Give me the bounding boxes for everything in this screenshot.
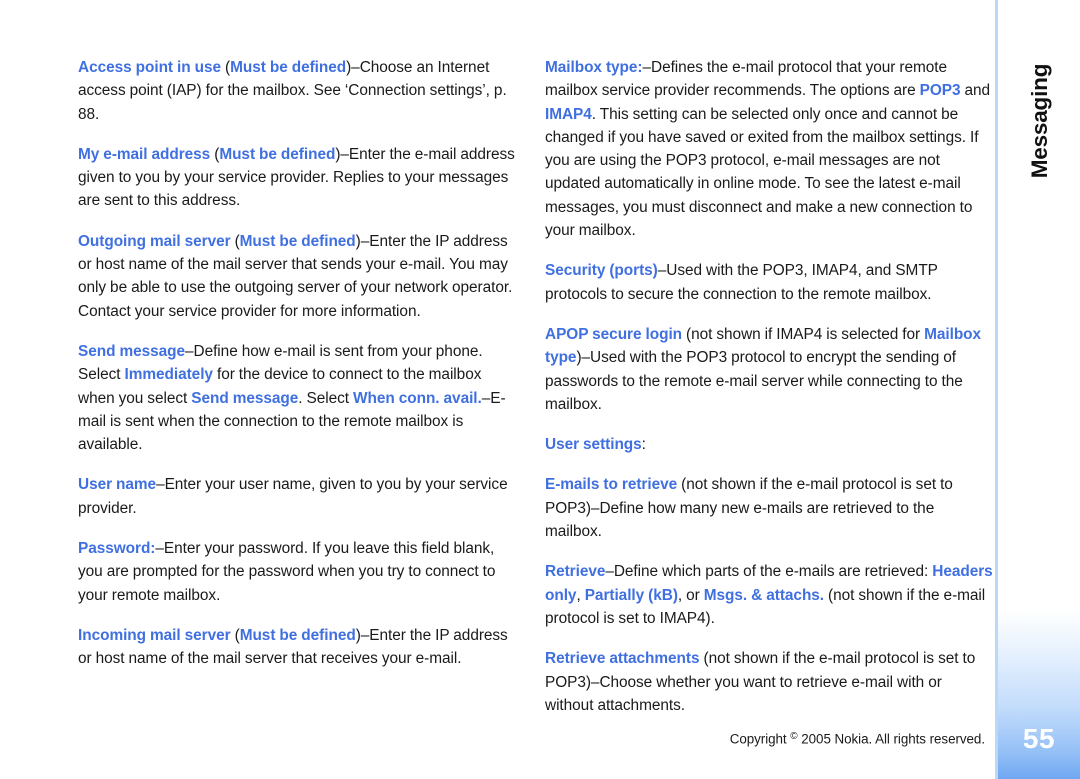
- body-text: (: [230, 232, 240, 250]
- section-label: Messaging: [1005, 46, 1075, 206]
- paragraph-retrieve-attachments: Retrieve attachments (not shown if the e…: [545, 647, 993, 717]
- ui-term: Must be defined: [239, 626, 356, 644]
- ui-term: Send message: [78, 342, 185, 360]
- ui-term: Incoming mail server: [78, 626, 231, 644]
- copyright-suffix: 2005 Nokia. All rights reserved.: [797, 731, 985, 747]
- text-column-right: Mailbox type:–Defines the e-mail protoco…: [545, 56, 993, 717]
- body-text: –Define which parts of the e-mails are r…: [605, 563, 933, 581]
- section-label-text: Messaging: [1027, 63, 1053, 179]
- ui-term: Must be defined: [219, 145, 336, 163]
- paragraph-mailbox-type: Mailbox type:–Defines the e-mail protoco…: [545, 56, 993, 242]
- paragraph-incoming-mail-server: Incoming mail server (Must be defined)–E…: [78, 624, 518, 671]
- body-text: and: [960, 82, 991, 100]
- paragraph-retrieve: Retrieve–Define which parts of the e-mai…: [545, 560, 993, 630]
- ui-term: Immediately: [124, 366, 213, 384]
- copyright-prefix: Copyright: [729, 731, 791, 747]
- paragraph-my-e-mail-address: My e-mail address (Must be defined)–Ente…: [78, 143, 518, 213]
- body-text: ,: [576, 586, 585, 604]
- body-text: (: [230, 626, 240, 644]
- body-text: (: [210, 145, 220, 163]
- paragraph-access-point-in-use: Access point in use (Must be defined)–Ch…: [78, 56, 518, 126]
- paragraph-apop-secure-login: APOP secure login (not shown if IMAP4 is…: [545, 323, 993, 416]
- text-column-left: Access point in use (Must be defined)–Ch…: [78, 56, 518, 671]
- footer-copyright: Copyright © 2005 Nokia. All rights reser…: [545, 731, 985, 747]
- page-number: 55: [1022, 723, 1056, 754]
- body-text: :: [641, 436, 646, 454]
- body-text: )–Used with the POP3 protocol to encrypt…: [545, 349, 963, 413]
- ui-term: My e-mail address: [78, 145, 211, 163]
- ui-term: User settings: [545, 436, 642, 454]
- body-text: . This setting can be selected only once…: [545, 105, 979, 240]
- copyright-symbol: ©: [790, 731, 798, 742]
- ui-term: User name: [78, 476, 157, 494]
- paragraph-outgoing-mail-server: Outgoing mail server (Must be defined)–E…: [78, 230, 518, 323]
- body-text: , or: [677, 586, 704, 604]
- ui-term: Retrieve: [545, 563, 606, 581]
- ui-term: APOP secure login: [545, 325, 683, 343]
- ui-term: Must be defined: [230, 59, 347, 76]
- paragraph-security-ports: Security (ports)–Used with the POP3, IMA…: [545, 259, 993, 306]
- ui-term: POP3: [919, 82, 961, 100]
- ui-term: Outgoing mail server: [78, 232, 231, 250]
- ui-term: Security (ports): [545, 262, 658, 280]
- ui-term: When conn. avail.: [353, 389, 482, 407]
- body-text: . Select: [298, 389, 354, 407]
- ui-term: Mailbox type:: [545, 59, 643, 76]
- ui-term: Send message: [191, 389, 299, 407]
- ui-term: E-mails to retrieve: [545, 476, 678, 494]
- ui-term: Must be defined: [239, 232, 356, 250]
- paragraph-password: Password:–Enter your password. If you le…: [78, 537, 518, 607]
- paragraph-send-message: Send message–Define how e-mail is sent f…: [78, 340, 518, 456]
- body-text: (not shown if IMAP4 is selected for: [682, 325, 925, 343]
- ui-term: Password:: [78, 540, 156, 558]
- paragraph-user-settings: User settings:: [545, 433, 993, 456]
- ui-term: Msgs. & attachs.: [703, 586, 825, 604]
- ui-term: Retrieve attachments: [545, 650, 700, 668]
- ui-term: IMAP4: [545, 105, 592, 123]
- paragraph-user-name: User name–Enter your user name, given to…: [78, 473, 518, 520]
- ui-term: Partially (kB): [584, 586, 678, 604]
- document-page: Access point in use (Must be defined)–Ch…: [0, 0, 1080, 779]
- paragraph-e-mails-to-retrieve: E-mails to retrieve (not shown if the e-…: [545, 473, 993, 543]
- body-text: (: [221, 59, 231, 76]
- ui-term: Access point in use: [78, 59, 221, 76]
